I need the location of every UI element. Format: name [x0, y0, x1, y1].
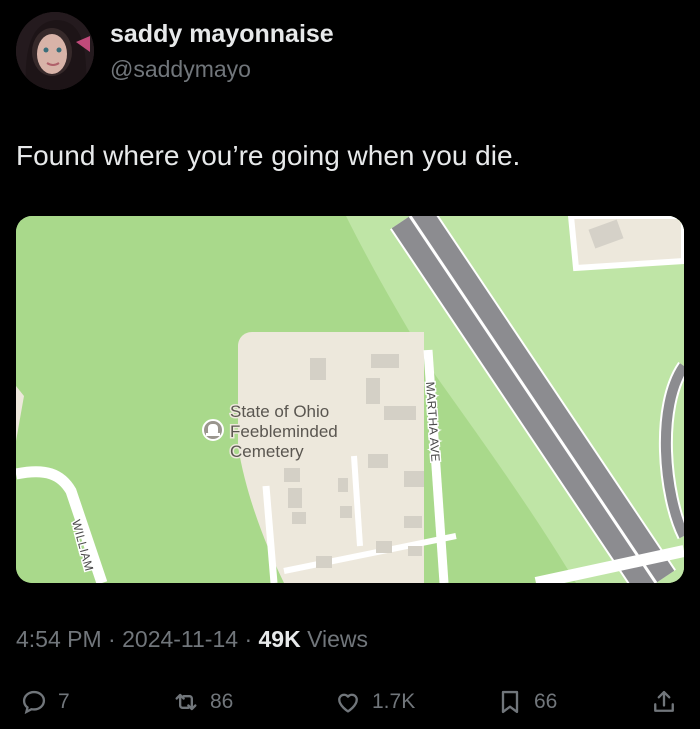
- meta-separator: ·: [108, 626, 116, 652]
- views-count: 49K: [258, 626, 301, 652]
- reply-icon: [22, 690, 46, 715]
- place-label-line1: State of Ohio: [230, 402, 329, 421]
- bookmark-button[interactable]: 66: [496, 680, 557, 724]
- avatar[interactable]: [16, 12, 94, 90]
- tweet-time[interactable]: 4:54 PM: [16, 626, 102, 652]
- like-button[interactable]: 1.7K: [334, 680, 415, 724]
- reply-button[interactable]: 7: [20, 680, 70, 724]
- share-button[interactable]: [650, 680, 678, 724]
- author-display-name[interactable]: saddy mayonnaise: [110, 20, 334, 49]
- reply-count: 7: [58, 690, 70, 713]
- bookmark-icon: [501, 690, 519, 714]
- place-label-line3: Cemetery: [230, 442, 304, 461]
- bookmark-count: 66: [534, 690, 558, 713]
- like-count: 1.7K: [372, 690, 416, 713]
- tweet-date[interactable]: 2024-11-14: [122, 626, 238, 652]
- like-icon: [338, 693, 358, 713]
- cemetery-icon: [202, 419, 224, 441]
- place-label-line2: Feebleminded: [230, 422, 338, 441]
- views-label: Views: [307, 626, 369, 652]
- repost-count: 86: [210, 690, 234, 713]
- tweet-text: Found where you’re going when you die.: [16, 140, 521, 171]
- map-image[interactable]: State of Ohio Feebleminded Cemetery MART…: [16, 216, 684, 583]
- author-handle[interactable]: @saddymayo: [110, 56, 251, 83]
- repost-icon: [175, 693, 197, 711]
- repost-button[interactable]: 86: [172, 680, 233, 724]
- meta-separator: ·: [244, 626, 253, 652]
- tweet-meta: 4:54 PM · 2024-11-14 · 49K Views: [16, 626, 368, 653]
- action-bar: 7 86 1.7K 66: [0, 680, 700, 724]
- share-icon: [654, 690, 674, 712]
